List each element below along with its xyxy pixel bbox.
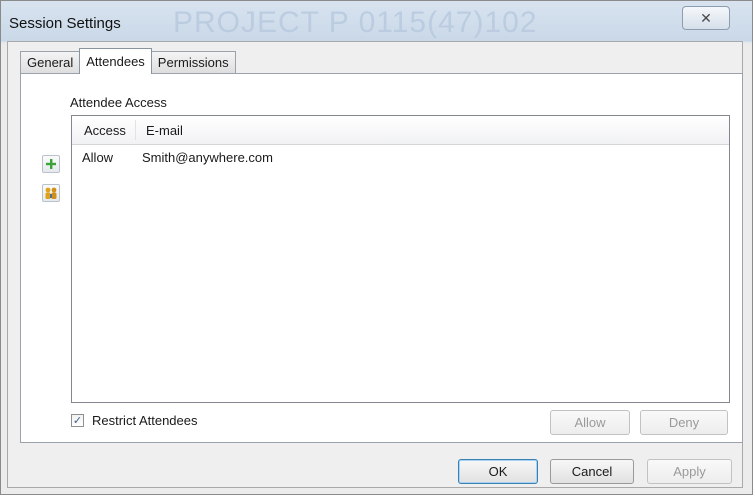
column-header-email[interactable]: E-mail	[146, 116, 183, 144]
close-button[interactable]: ✕	[682, 6, 730, 30]
add-attendee-button[interactable]	[42, 155, 60, 173]
column-divider[interactable]	[135, 120, 136, 140]
column-label: E-mail	[146, 122, 183, 138]
attendee-access-label: Attendee Access	[70, 95, 167, 110]
cancel-button[interactable]: Cancel	[550, 459, 634, 484]
button-label: OK	[488, 464, 508, 479]
close-icon: ✕	[700, 9, 712, 26]
list-header: Access E-mail	[72, 116, 729, 145]
title-bar[interactable]: Session Settings PROJECT P 0115(47)102 ✕	[1, 1, 752, 41]
column-label: Access	[84, 122, 126, 138]
button-label: Deny	[668, 415, 700, 430]
project-watermark: PROJECT P 0115(47)102	[173, 6, 538, 39]
restrict-attendees-option[interactable]: ✓ Restrict Attendees	[71, 413, 198, 428]
tab-permissions[interactable]: Permissions	[150, 51, 236, 73]
tab-label: Permissions	[157, 55, 229, 70]
window-title: Session Settings	[9, 15, 121, 32]
tab-attendees[interactable]: Attendees	[79, 48, 152, 74]
tab-strip: General Attendees Permissions	[20, 48, 236, 74]
attendee-list[interactable]: Access E-mail Allow Smith@anywhere.com	[71, 115, 730, 403]
plus-icon	[46, 159, 56, 169]
list-item[interactable]: Allow Smith@anywhere.com	[72, 150, 729, 172]
tab-label: Attendees	[86, 54, 145, 69]
tab-general[interactable]: General	[20, 51, 81, 73]
restrict-attendees-label: Restrict Attendees	[92, 413, 198, 428]
column-header-access[interactable]: Access	[84, 116, 126, 144]
access-cell: Allow	[82, 150, 114, 165]
people-search-icon	[45, 187, 57, 199]
button-label: Allow	[574, 415, 606, 430]
deny-button[interactable]: Deny	[640, 410, 728, 435]
allow-button[interactable]: Allow	[550, 410, 630, 435]
email-cell: Smith@anywhere.com	[142, 150, 273, 165]
find-attendees-button[interactable]	[42, 184, 60, 202]
tab-label: General	[27, 55, 74, 70]
restrict-attendees-checkbox[interactable]: ✓	[71, 414, 84, 427]
ok-button[interactable]: OK	[458, 459, 538, 484]
apply-button[interactable]: Apply	[647, 459, 732, 484]
button-label: Cancel	[571, 464, 613, 479]
checkmark-icon: ✓	[72, 415, 83, 427]
button-label: Apply	[673, 464, 706, 479]
